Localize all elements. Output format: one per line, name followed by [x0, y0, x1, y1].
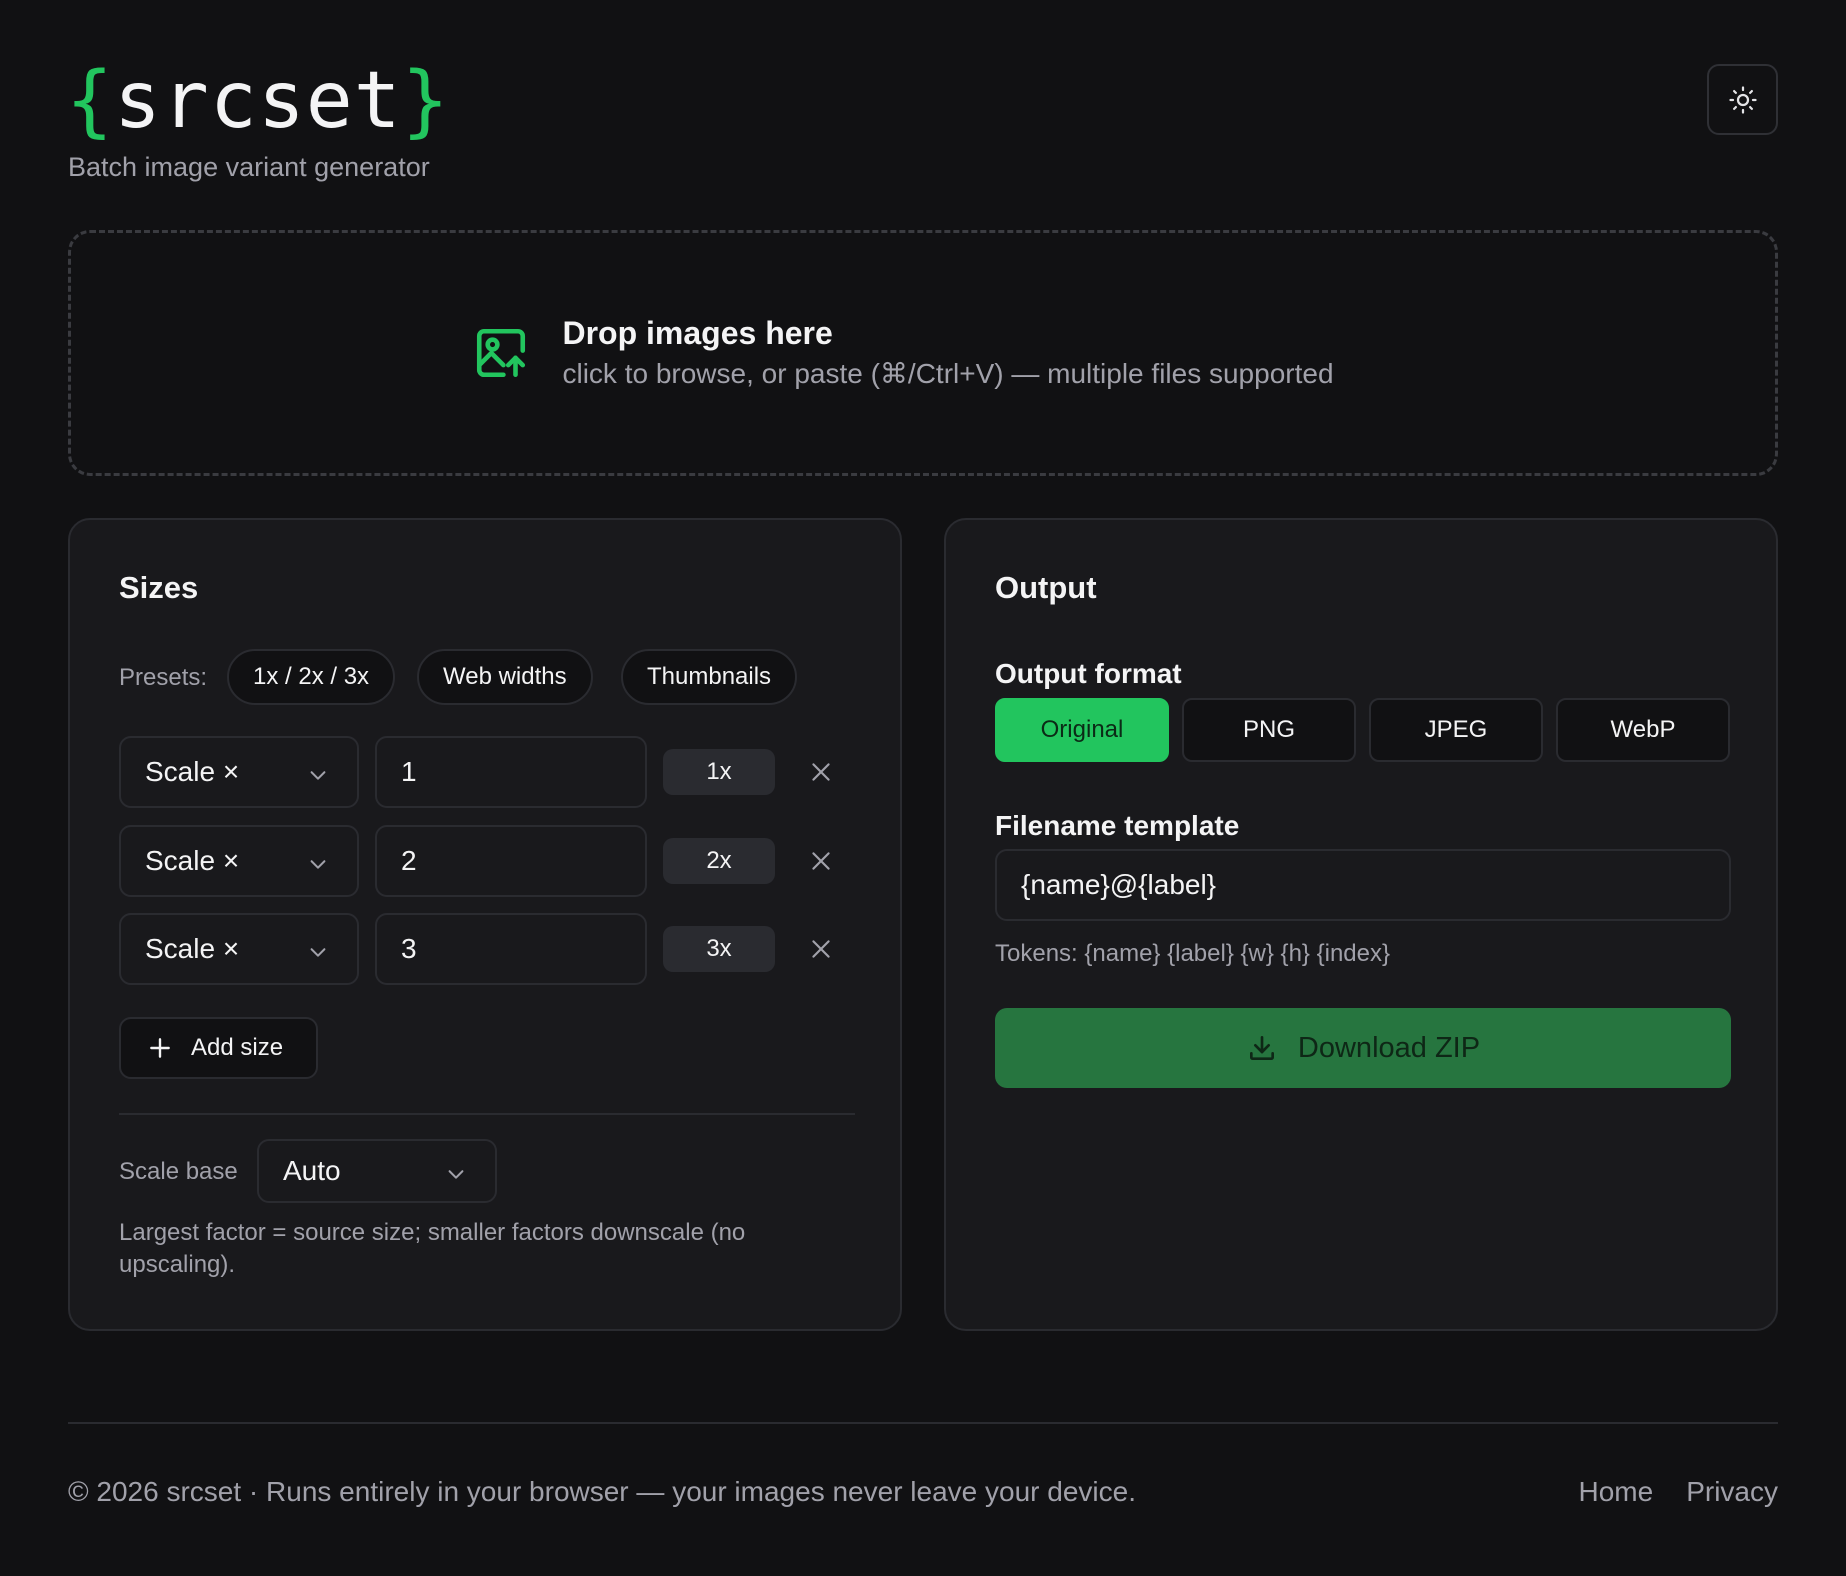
scale-base-label: Scale base: [119, 1158, 238, 1185]
size-mode-select[interactable]: Scale ×: [119, 736, 359, 808]
output-panel: Output Output format Original PNG JPEG W…: [944, 518, 1778, 1331]
plus-icon: [150, 1038, 170, 1058]
size-mode-value: Scale ×: [145, 933, 240, 964]
download-icon: [1249, 1036, 1274, 1060]
remove-size-button[interactable]: [799, 927, 843, 971]
remove-size-button[interactable]: [799, 839, 843, 883]
theme-toggle-button[interactable]: [1707, 64, 1778, 135]
close-icon: [812, 763, 830, 781]
format-jpeg-button[interactable]: JPEG: [1369, 698, 1543, 762]
add-size-button[interactable]: Add size: [119, 1017, 318, 1079]
divider: [119, 1113, 855, 1115]
close-icon: [812, 940, 830, 958]
filename-template-label: Filename template: [995, 810, 1240, 841]
preset-1x-2x-3x-button[interactable]: 1x / 2x / 3x: [227, 649, 396, 705]
sizes-panel: Sizes Presets: 1x / 2x / 3x Web widths T…: [68, 518, 902, 1331]
presets-label: Presets:: [119, 664, 208, 691]
download-zip-label: Download ZIP: [1297, 1031, 1481, 1064]
logo-open-brace: {: [66, 56, 114, 146]
filename-template-input[interactable]: [995, 849, 1731, 921]
output-title: Output: [995, 570, 1097, 605]
size-mode-select[interactable]: Scale ×: [119, 825, 359, 897]
preset-web-widths-button[interactable]: Web widths: [417, 649, 593, 705]
sun-icon: [1728, 85, 1757, 114]
tokens-hint: Tokens: {name} {label} {w} {h} {index}: [995, 940, 1391, 967]
dropzone-title: Drop images here: [562, 315, 833, 351]
format-webp-button[interactable]: WebP: [1556, 698, 1730, 762]
chevron-down-icon: [310, 860, 326, 869]
remove-size-button[interactable]: [799, 750, 843, 794]
footer-divider: [68, 1422, 1778, 1424]
logo: {srcset}: [66, 56, 450, 146]
preset-thumbnails-button[interactable]: Thumbnails: [621, 649, 798, 705]
footer-link-privacy[interactable]: Privacy: [1686, 1476, 1778, 1508]
footer-copyright: © 2026 srcset · Runs entirely in your br…: [68, 1476, 1136, 1507]
format-original-button[interactable]: Original: [995, 698, 1169, 762]
scale-base-hint: Largest factor = source size; smaller fa…: [119, 1219, 746, 1278]
dropzone-content: Drop images here click to browse, or pas…: [472, 313, 1334, 393]
close-icon: [812, 852, 830, 870]
format-png-button[interactable]: PNG: [1182, 698, 1356, 762]
chevron-down-icon: [310, 771, 326, 780]
footer-links: Home Privacy: [1579, 1476, 1779, 1508]
size-row: Scale × 1x: [119, 736, 859, 808]
size-label-chip: 2x: [663, 838, 775, 884]
size-mode-value: Scale ×: [145, 845, 240, 876]
scale-base-value: Auto: [283, 1155, 341, 1186]
size-mode-value: Scale ×: [145, 756, 240, 787]
dropzone-subtitle: click to browse, or paste (⌘/Ctrl+V) — m…: [562, 358, 1334, 389]
size-label-chip: 1x: [663, 749, 775, 795]
tagline: Batch image variant generator: [68, 152, 430, 182]
scale-base-select[interactable]: Auto: [257, 1139, 497, 1203]
logo-close-brace: }: [401, 56, 450, 146]
image-dropzone[interactable]: Drop images here click to browse, or pas…: [68, 230, 1778, 476]
app-page: {srcset} Batch image variant generator D…: [0, 0, 1846, 1576]
size-value-input[interactable]: [375, 913, 647, 985]
add-size-label: Add size: [191, 1034, 284, 1061]
download-zip-button[interactable]: Download ZIP: [995, 1008, 1731, 1088]
output-format-label: Output format: [995, 658, 1182, 689]
logo-name: srcset: [113, 56, 402, 146]
image-upload-icon: [477, 328, 526, 378]
footer-link-home[interactable]: Home: [1579, 1476, 1654, 1508]
chevron-down-icon: [310, 948, 326, 957]
size-label-chip: 3x: [663, 926, 775, 972]
dropzone-text: Drop images here click to browse, or pas…: [562, 313, 1333, 393]
size-mode-select[interactable]: Scale ×: [119, 913, 359, 985]
sizes-title: Sizes: [119, 570, 199, 605]
size-value-input[interactable]: [375, 825, 647, 897]
size-row: Scale × 3x: [119, 913, 859, 985]
size-value-input[interactable]: [375, 736, 647, 808]
size-row: Scale × 2x: [119, 825, 859, 897]
chevron-down-icon: [448, 1170, 464, 1179]
